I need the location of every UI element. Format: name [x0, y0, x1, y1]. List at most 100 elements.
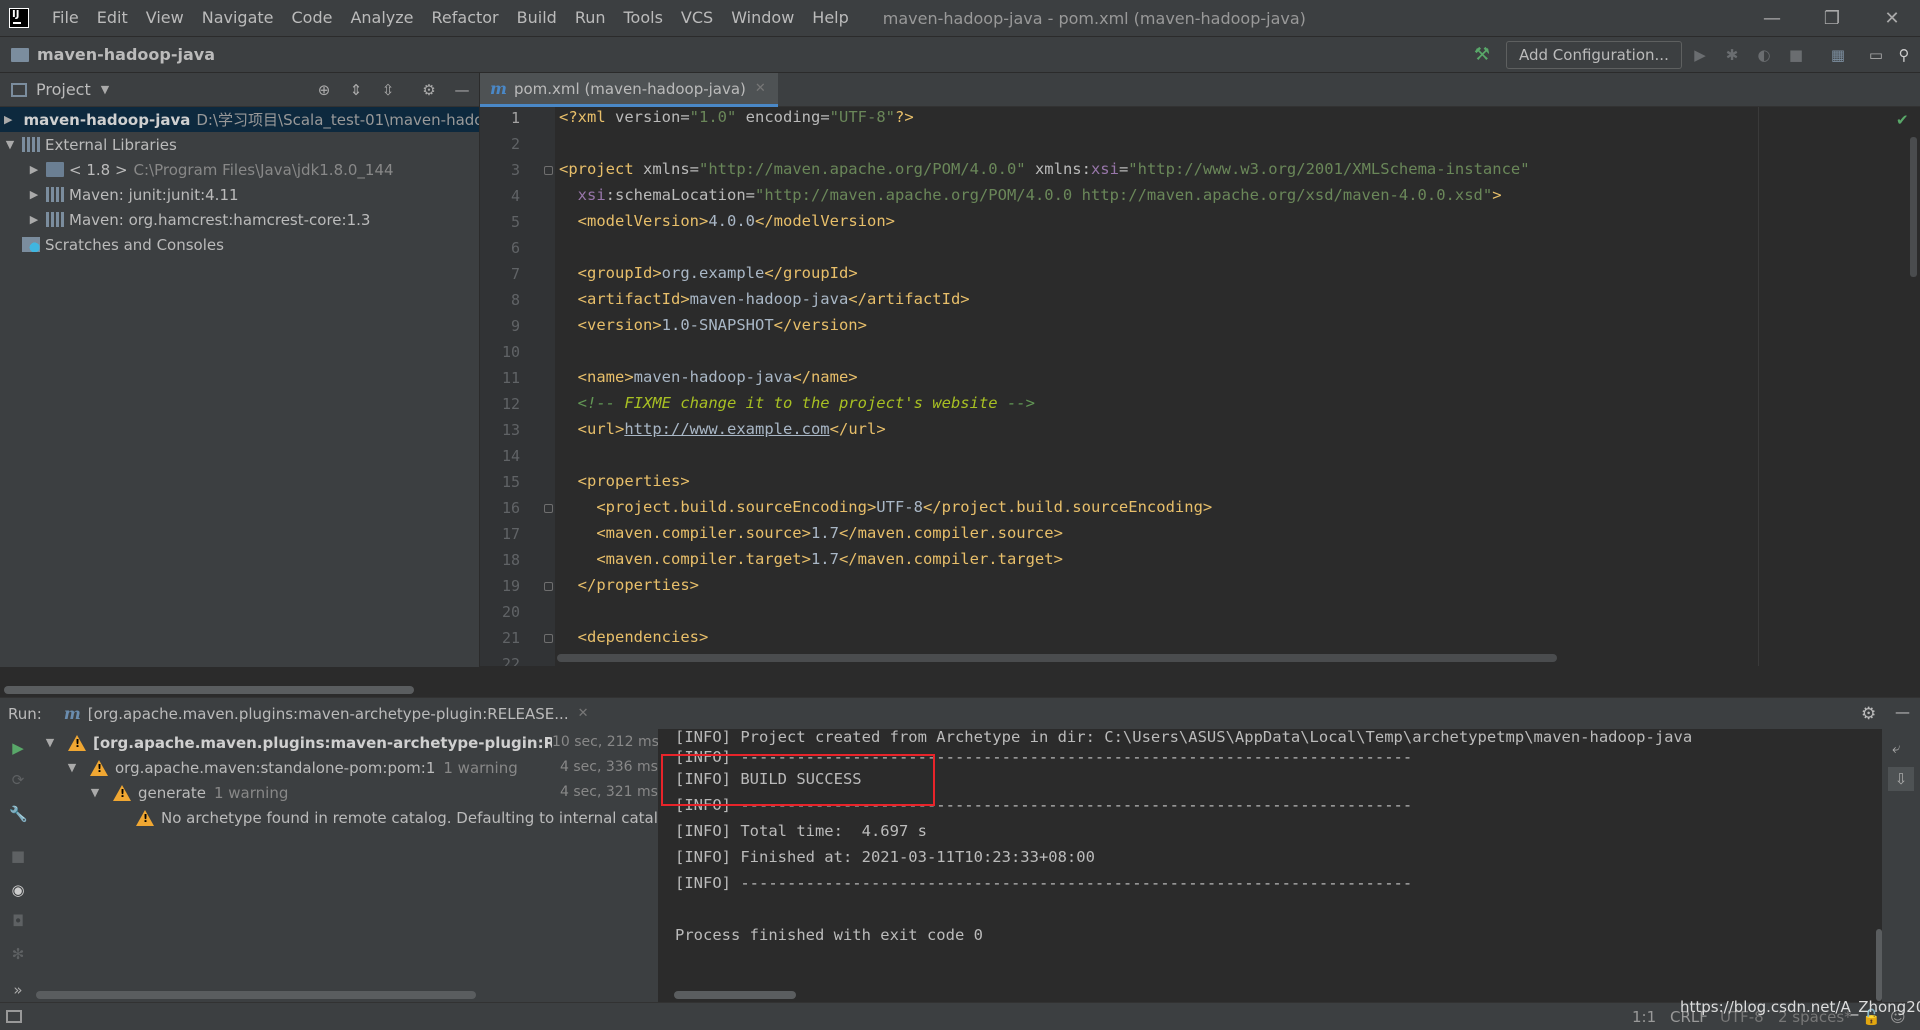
tree-item-external-libraries[interactable]: ▼ External Libraries	[0, 132, 479, 157]
editor-vertical-scrollbar[interactable]	[1910, 137, 1917, 277]
run-tree-pom[interactable]: ▼ org.apache.maven:standalone-pom:pom:1 …	[66, 755, 518, 780]
scratches-icon	[22, 237, 40, 252]
tool-windows-icon[interactable]	[6, 1010, 22, 1023]
camera-icon[interactable]: ◘	[9, 912, 27, 930]
tree-item-label: maven-hadoop-java	[23, 110, 191, 129]
caret-position[interactable]: 1:1	[1632, 1008, 1656, 1026]
hide-panel-icon[interactable]: —	[1895, 703, 1910, 721]
menu-vcs[interactable]: VCS	[672, 0, 722, 36]
menu-analyze[interactable]: Analyze	[341, 0, 422, 36]
scroll-to-end-icon[interactable]: ⇩	[1888, 767, 1914, 791]
menu-edit[interactable]: Edit	[88, 0, 137, 36]
presentation-icon[interactable]: ▭	[1866, 45, 1886, 65]
build-hammer-icon[interactable]: ⚒	[1472, 45, 1492, 65]
project-structure-icon[interactable]: ▦	[1828, 45, 1848, 65]
fold-marker-icon[interactable]	[544, 634, 553, 643]
code-line: <!-- FIXME change it to the project's we…	[577, 394, 1035, 412]
toggle-offline-icon[interactable]: ⟳	[9, 771, 27, 789]
line-number: 12	[501, 395, 520, 413]
stop-icon[interactable]: ■	[9, 847, 27, 865]
debug-icon[interactable]: ✱	[1722, 45, 1742, 65]
run-tree-root[interactable]: ▼ [org.apache.maven.plugins:maven-archet…	[44, 730, 625, 755]
chevron-right-icon[interactable]: ▶	[4, 113, 12, 126]
tree-item-label: Maven: junit:junit:4.11	[69, 185, 239, 204]
settings-icon[interactable]: ✻	[9, 945, 27, 963]
run-tab[interactable]: m [org.apache.maven.plugins:maven-archet…	[64, 704, 589, 723]
close-window-button[interactable]: ✕	[1864, 0, 1920, 36]
warning-icon	[90, 759, 108, 776]
restore-button[interactable]: ❐	[1804, 0, 1860, 36]
console-output[interactable]: [INFO] Project created from Archetype in…	[658, 729, 1882, 1002]
breadcrumb-project[interactable]: maven-hadoop-java	[37, 45, 215, 64]
eye-icon[interactable]: ◉	[9, 881, 27, 899]
menu-navigate[interactable]: Navigate	[193, 0, 283, 36]
menu-view[interactable]: View	[137, 0, 193, 36]
close-icon[interactable]: ✕	[755, 81, 766, 96]
locate-icon[interactable]: ⊕	[315, 81, 333, 99]
tab-pom-xml[interactable]: m pom.xml (maven-hadoop-java) ✕	[480, 73, 778, 107]
run-tree-generate[interactable]: ▼ generate 1 warning	[89, 780, 289, 805]
hide-panel-icon[interactable]: —	[453, 81, 471, 99]
menu-code[interactable]: Code	[283, 0, 342, 36]
chevron-down-icon[interactable]: ▼	[89, 786, 101, 799]
run-results-tree: ▼ [org.apache.maven.plugins:maven-archet…	[36, 729, 658, 1002]
chevron-right-icon[interactable]: ▶	[28, 188, 40, 201]
soft-wrap-icon[interactable]: ⤶	[1892, 739, 1900, 757]
code-line: <maven.compiler.source>1.7</maven.compil…	[596, 524, 1063, 542]
tree-item-maven-hamcrest[interactable]: ▶ Maven: org.hamcrest:hamcrest-core:1.3	[0, 207, 479, 232]
chevron-down-icon[interactable]: ▼	[4, 138, 16, 151]
line-number: 14	[501, 447, 520, 465]
tree-item-maven-junit[interactable]: ▶ Maven: junit:junit:4.11	[0, 182, 479, 207]
line-number: 18	[501, 551, 520, 569]
expand-all-icon[interactable]: ⇕	[347, 81, 365, 99]
code-editor[interactable]: 1 2 3 4 5 6 7 8 9 10 11 12 13 14 15 16 1…	[480, 107, 1920, 666]
tree-item-label: < 1.8 >	[69, 160, 128, 179]
stop-icon[interactable]: ■	[1786, 45, 1806, 65]
fold-marker-icon[interactable]	[544, 166, 553, 175]
console-horizontal-scrollbar[interactable]	[674, 991, 796, 999]
chevron-down-icon[interactable]: ▼	[101, 83, 109, 96]
console-line: [INFO] ---------------------------------…	[675, 874, 1413, 892]
menu-file[interactable]: File	[43, 0, 88, 36]
coverage-icon[interactable]: ◐	[1754, 45, 1774, 65]
line-number: 20	[501, 603, 520, 621]
library-icon	[22, 137, 40, 152]
gear-icon[interactable]: ⚙	[1861, 704, 1876, 724]
fold-marker-icon[interactable]	[544, 582, 553, 591]
run-icon[interactable]: ▶	[1690, 45, 1710, 65]
code-line: <dependencies>	[577, 628, 709, 646]
line-number: 22	[501, 655, 520, 666]
inspection-ok-icon[interactable]: ✔	[1896, 111, 1909, 129]
run-tree-horizontal-scrollbar[interactable]	[36, 991, 476, 999]
fold-marker-icon[interactable]	[544, 504, 553, 513]
tree-item-scratches[interactable]: Scratches and Consoles	[0, 232, 479, 257]
collapse-all-icon[interactable]: ⇳	[379, 81, 397, 99]
line-number: 2	[510, 135, 520, 153]
chevron-down-icon[interactable]: ▼	[44, 736, 56, 749]
menu-window[interactable]: Window	[722, 0, 803, 36]
close-icon[interactable]: ✕	[578, 706, 589, 721]
run-tree-warning-message[interactable]: No archetype found in remote catalog. De…	[136, 805, 658, 830]
gear-icon[interactable]: ⚙	[420, 81, 438, 99]
menu-help[interactable]: Help	[803, 0, 857, 36]
editor-horizontal-scrollbar[interactable]	[557, 654, 1557, 662]
search-icon[interactable]: ⚲	[1894, 45, 1914, 65]
menu-build[interactable]: Build	[508, 0, 566, 36]
project-horizontal-scrollbar[interactable]	[4, 686, 414, 694]
wrench-icon[interactable]: 🔧	[9, 805, 28, 823]
window-title: maven-hadoop-java - pom.xml (maven-hadoo…	[882, 8, 1306, 28]
minimize-button[interactable]: —	[1744, 0, 1800, 36]
run-tree-note: 1 warning	[443, 758, 518, 777]
tree-item-jdk[interactable]: ▶ < 1.8 > C:\Program Files\Java\jdk1.8.0…	[0, 157, 479, 182]
menu-tools[interactable]: Tools	[615, 0, 672, 36]
menu-refactor[interactable]: Refactor	[423, 0, 508, 36]
add-configuration-button[interactable]: Add Configuration...	[1506, 41, 1682, 69]
menu-run[interactable]: Run	[566, 0, 615, 36]
more-icon[interactable]: »	[9, 981, 27, 999]
chevron-down-icon[interactable]: ▼	[66, 761, 78, 774]
project-view-selector[interactable]: Project	[36, 80, 91, 99]
chevron-right-icon[interactable]: ▶	[28, 213, 40, 226]
rerun-icon[interactable]: ▶	[9, 739, 27, 757]
tree-item-project-root[interactable]: ▶ maven-hadoop-java D:\学习项目\Scala_test-0…	[0, 107, 479, 132]
chevron-right-icon[interactable]: ▶	[28, 163, 40, 176]
